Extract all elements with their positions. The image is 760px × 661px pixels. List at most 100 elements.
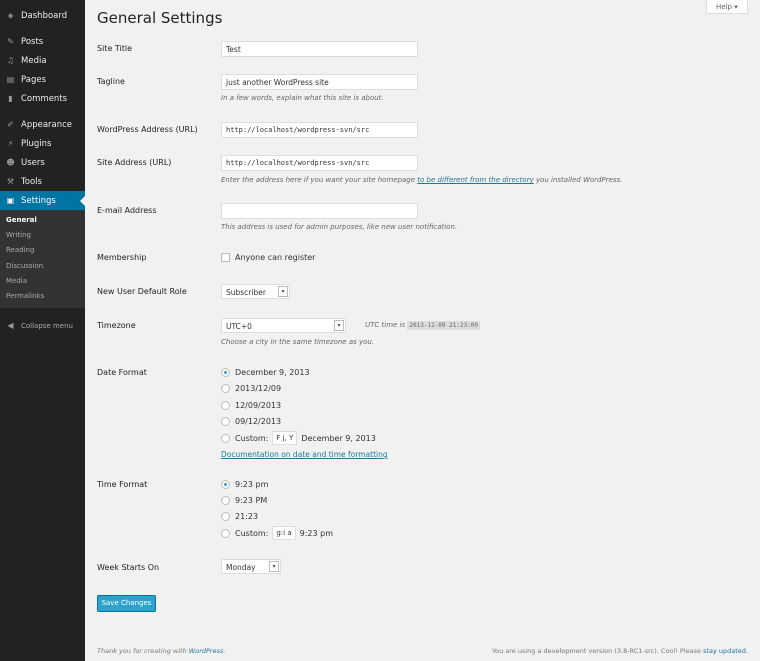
appearance-icon: ✐ [7, 120, 14, 129]
collapse-menu-button[interactable]: ◀ Collapse menu [0, 316, 85, 335]
time-format-option[interactable]: 9:23 PM [221, 496, 267, 505]
radio[interactable] [221, 368, 230, 377]
time-format-label: Time Format [97, 480, 148, 489]
option-label: 9:23 pm [235, 480, 269, 489]
desc-text: Enter the address here if you want your … [221, 176, 418, 184]
chevron-down-icon: ▾ [269, 561, 279, 572]
collapse-icon: ◀ [7, 321, 14, 330]
sidebar-item-media[interactable]: ♫ Media [0, 51, 85, 70]
save-changes-button[interactable]: Save Changes [97, 595, 156, 612]
sidebar-item-settings[interactable]: ▣ Settings [0, 191, 85, 210]
site-url-input[interactable]: http://localhost/wordpress-svn/src [221, 155, 418, 171]
role-select[interactable]: Subscriber ▾ [221, 284, 290, 299]
help-button[interactable]: Help ▾ [706, 0, 748, 14]
submenu-item-discussion[interactable]: Discussion [6, 262, 43, 270]
custom-preview: 9:23 pm [299, 528, 333, 538]
anyone-can-register-checkbox[interactable]: Anyone can register [221, 253, 315, 262]
media-icon: ♫ [6, 56, 15, 65]
option-label: 21:23 [235, 512, 259, 521]
submenu-item-media[interactable]: Media [6, 277, 27, 285]
radio[interactable] [221, 417, 230, 426]
date-format-custom[interactable]: Custom: F j, Y December 9, 2013 [221, 431, 376, 445]
week-value: Monday [226, 563, 256, 572]
time-format-custom[interactable]: Custom: g:i a 9:23 pm [221, 526, 333, 540]
radio[interactable] [221, 401, 230, 410]
radio[interactable] [221, 496, 230, 505]
checkbox-label: Anyone can register [235, 253, 316, 262]
time-format-option[interactable]: 21:23 [221, 512, 258, 521]
settings-icon: ▣ [6, 196, 15, 205]
radio[interactable] [221, 433, 230, 443]
email-input[interactable] [221, 203, 418, 219]
sidebar-item-plugins[interactable]: ⚡ Plugins [0, 134, 85, 153]
custom-date-input[interactable]: F j, Y [272, 431, 298, 445]
site-title-label: Site Title [97, 44, 133, 53]
role-label: New User Default Role [97, 287, 187, 296]
tagline-desc: In a few words, explain what this site i… [221, 94, 384, 102]
submenu-item-general[interactable]: General [6, 216, 37, 224]
plugins-icon: ⚡ [7, 139, 14, 148]
sidebar-item-label: Pages [21, 74, 47, 85]
sidebar-item-comments[interactable]: ▮ Comments [0, 89, 85, 108]
sidebar-item-pages[interactable]: ▤ Pages [0, 70, 85, 89]
submenu-item-permalinks[interactable]: Permalinks [6, 292, 44, 300]
tools-icon: ⚒ [6, 177, 15, 186]
timezone-value: UTC+0 [226, 322, 252, 331]
footer-version: You are using a development version (3.8… [492, 647, 748, 655]
week-label: Week Starts On [97, 563, 160, 572]
radio[interactable] [221, 512, 230, 521]
date-format-label: Date Format [97, 368, 147, 377]
footer-text: Thank you for creating with [97, 647, 189, 655]
utc-time: UTC time is 2013-12-09 21:23:00 [365, 321, 481, 330]
email-desc: This address is used for admin purposes,… [221, 223, 458, 231]
timezone-select[interactable]: UTC+0 ▾ [221, 318, 346, 333]
users-icon: ☻ [6, 158, 15, 167]
sidebar-item-label: Plugins [21, 138, 52, 149]
time-format-option[interactable]: 9:23 pm [221, 480, 268, 489]
custom-preview: December 9, 2013 [301, 433, 376, 443]
submenu-item-reading[interactable]: Reading [6, 246, 34, 254]
date-format-option[interactable]: 2013/12/09 [221, 384, 281, 393]
date-docs-link[interactable]: Documentation on date and time formattin… [221, 450, 388, 459]
sidebar-item-dashboard[interactable]: ◈ Dashboard [0, 6, 85, 25]
sidebar-item-label: Posts [21, 36, 44, 47]
site-url-desc: Enter the address here if you want your … [221, 176, 622, 184]
sidebar-item-tools[interactable]: ⚒ Tools [0, 172, 85, 191]
radio[interactable] [221, 528, 230, 538]
sidebar-item-posts[interactable]: ✎ Posts [0, 32, 85, 51]
pin-icon: ✎ [7, 37, 14, 46]
utc-time-value: 2013-12-09 21:23:00 [407, 321, 481, 330]
sidebar-item-users[interactable]: ☻ Users [0, 153, 85, 172]
desc-text: you installed WordPress. [533, 176, 623, 184]
option-label: 9:23 PM [235, 496, 268, 505]
chevron-down-icon: ▾ [278, 286, 288, 297]
radio[interactable] [221, 384, 230, 393]
chevron-down-icon: ▾ [334, 320, 344, 331]
sidebar-item-label: Appearance [21, 119, 73, 130]
wordpress-link[interactable]: WordPress [189, 647, 224, 655]
dashboard-icon: ◈ [7, 11, 14, 20]
radio[interactable] [221, 480, 230, 489]
page-title: General Settings [97, 9, 223, 27]
wp-url-label: WordPress Address (URL) [97, 125, 198, 134]
tagline-input[interactable]: just another WordPress site [221, 74, 418, 90]
timezone-label: Timezone [97, 321, 136, 330]
custom-time-input[interactable]: g:i a [272, 526, 296, 540]
pages-icon: ▤ [6, 75, 15, 84]
site-title-input[interactable]: Test [221, 41, 418, 57]
footer-thanks: Thank you for creating with WordPress. [97, 647, 226, 655]
wp-url-input[interactable]: http://localhost/wordpress-svn/src [221, 122, 418, 138]
sidebar-item-label: Comments [21, 93, 68, 104]
sidebar-item-label: Tools [21, 176, 42, 187]
membership-label: Membership [97, 253, 147, 262]
date-format-option[interactable]: 09/12/2013 [221, 417, 281, 426]
week-select[interactable]: Monday ▾ [221, 559, 281, 574]
stay-updated-link[interactable]: stay updated [703, 647, 746, 655]
different-directory-link[interactable]: to be different from the directory [417, 176, 533, 184]
tagline-label: Tagline [97, 77, 125, 86]
submenu-item-writing[interactable]: Writing [6, 231, 31, 239]
date-format-option[interactable]: December 9, 2013 [221, 368, 310, 377]
sidebar-item-appearance[interactable]: ✐ Appearance [0, 115, 85, 134]
date-format-option[interactable]: 12/09/2013 [221, 401, 281, 410]
checkbox-box[interactable] [221, 253, 230, 262]
